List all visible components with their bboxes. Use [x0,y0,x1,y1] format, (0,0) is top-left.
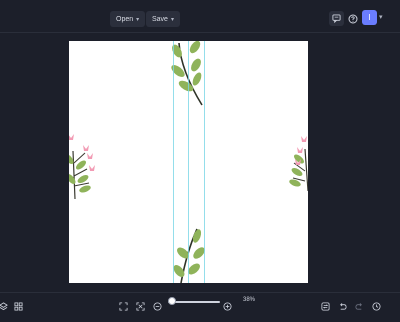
feedback-icon[interactable] [329,11,344,26]
leaf-branch-top[interactable] [169,41,203,106]
grid-icon[interactable] [12,300,25,313]
user-avatar[interactable]: I [362,10,377,25]
open-label: Open [116,15,134,23]
flower-sprig-left[interactable] [69,134,95,200]
design-canvas[interactable] [69,41,308,283]
fit-screen-icon[interactable] [117,300,130,313]
save-menu-button[interactable]: Save ▾ [146,11,180,27]
flower-sprig-right[interactable] [288,136,308,192]
avatar-initial: I [368,13,371,22]
bottombar-divider [0,292,400,293]
leaf-branch-bottom[interactable] [171,228,206,283]
bottom-toolbar [0,292,400,322]
workspace [0,33,400,292]
zoom-in-icon[interactable] [221,300,234,313]
swap-icon[interactable] [319,300,332,313]
chevron-down-icon: ▾ [170,16,174,23]
help-icon[interactable] [345,11,360,26]
open-menu-button[interactable]: Open ▾ [110,11,146,27]
undo-icon[interactable] [336,300,349,313]
zoom-level: 38% [243,297,256,303]
zoom-slider-handle[interactable] [168,297,176,305]
fullscreen-icon[interactable] [134,300,147,313]
chevron-down-icon: ▾ [136,16,140,23]
redo-icon[interactable] [353,300,366,313]
layers-icon[interactable] [0,300,10,313]
top-toolbar: Open ▾ Save ▾ I ▾ [0,0,400,33]
save-label: Save [152,15,168,23]
zoom-out-icon[interactable] [151,300,164,313]
history-icon[interactable] [370,300,383,313]
chevron-down-icon[interactable]: ▾ [379,13,383,21]
